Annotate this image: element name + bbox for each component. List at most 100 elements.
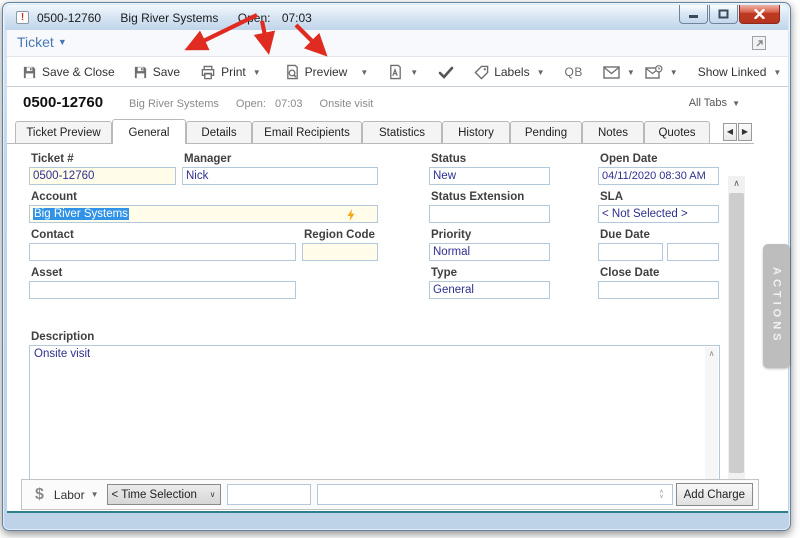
time-selection-value: < Time Selection	[112, 489, 210, 501]
chevron-down-icon[interactable]: ▼	[91, 490, 99, 499]
ticket-menu[interactable]: Ticket ▼	[17, 34, 67, 50]
type-field[interactable]: General	[429, 281, 550, 299]
open-date-field[interactable]: 04/11/2020 08:30 AM	[598, 167, 719, 185]
description-label: Description	[31, 331, 94, 343]
close-button[interactable]	[739, 5, 780, 24]
status-field[interactable]: New	[429, 167, 550, 185]
email-button[interactable]: ▼	[598, 63, 640, 82]
print-button[interactable]: Print ▼	[195, 62, 266, 83]
tab-history[interactable]: History	[442, 121, 510, 143]
title-ticket-id: 0500-12760	[37, 11, 101, 25]
record-header: 0500-12760 Big River Systems Open: 07:03…	[7, 88, 788, 119]
due-time-field[interactable]	[667, 243, 719, 261]
chevron-down-icon[interactable]: ▼	[253, 68, 261, 77]
add-charge-button[interactable]: Add Charge	[676, 483, 753, 506]
asset-label: Asset	[31, 267, 62, 279]
title-open-time: 07:03	[282, 11, 312, 25]
tab-statistics[interactable]: Statistics	[362, 121, 442, 143]
pdf-icon	[388, 64, 403, 80]
chevron-down-icon[interactable]: ▼	[360, 68, 368, 77]
tab-general[interactable]: General	[112, 119, 186, 144]
charge-category[interactable]: Labor	[54, 488, 85, 502]
tab-pending[interactable]: Pending	[510, 121, 582, 143]
charge-hours-input[interactable]	[227, 484, 311, 505]
scroll-up-icon[interactable]: ∧	[728, 176, 745, 192]
title-account: Big River Systems	[120, 11, 218, 25]
sla-label: SLA	[600, 191, 623, 203]
tab-quotes[interactable]: Quotes	[644, 121, 710, 143]
status-extension-label: Status Extension	[431, 191, 524, 203]
status-label: Status	[431, 153, 466, 165]
save-close-button[interactable]: Save & Close	[17, 62, 120, 83]
preview-button[interactable]: Preview ▼	[280, 61, 374, 83]
all-tabs-dropdown[interactable]: All Tabs ▼	[689, 97, 740, 109]
general-tab-panel: Ticket # 0500-12760 Manager Nick Status …	[7, 144, 788, 470]
tab-scroll-right[interactable]: ▶	[738, 123, 752, 141]
chevron-down-icon[interactable]: ▼	[627, 68, 635, 77]
email-history-button[interactable]: ▼	[640, 62, 683, 83]
pdf-button[interactable]: ▼	[383, 61, 423, 83]
maximize-button[interactable]	[709, 5, 738, 24]
manager-field[interactable]: Nick	[182, 167, 378, 185]
ticket-number-label: Ticket #	[31, 153, 74, 165]
record-account: Big River Systems	[129, 98, 219, 110]
close-date-field[interactable]	[598, 281, 719, 299]
actions-side-tab[interactable]: ACTIONS	[763, 244, 790, 368]
save-button[interactable]: Save	[128, 62, 185, 83]
open-date-label: Open Date	[600, 153, 658, 165]
tab-scroll-left[interactable]: ◀	[723, 123, 737, 141]
floppy-icon	[22, 65, 37, 80]
popout-icon[interactable]	[752, 36, 766, 50]
priority-label: Priority	[431, 229, 471, 241]
labels-button[interactable]: Labels ▼	[469, 62, 549, 83]
save-close-label: Save & Close	[42, 65, 115, 79]
chevron-down-icon[interactable]: ▼	[537, 68, 545, 77]
quickbooks-button[interactable]: QB	[560, 62, 588, 82]
asset-field[interactable]	[29, 281, 296, 299]
time-selection-dropdown[interactable]: < Time Selection ∨	[107, 484, 221, 505]
feed-button[interactable]: ▼	[796, 62, 800, 83]
ticket-number-field[interactable]: 0500-12760	[29, 167, 176, 185]
add-charge-bar: $ Labor ▼ < Time Selection ∨ ∧∨ Add Char…	[21, 479, 759, 510]
labels-label: Labels	[494, 65, 529, 79]
record-ticket-id: 0500-12760	[23, 94, 103, 111]
sla-field[interactable]: < Not Selected >	[598, 205, 719, 223]
chevron-down-icon[interactable]: ▼	[670, 68, 678, 77]
floppy-icon	[133, 65, 148, 80]
chevron-down-icon: ▼	[732, 99, 740, 108]
description-scrollbar[interactable]: ∧ ∨	[705, 347, 718, 490]
region-code-field[interactable]	[302, 243, 378, 261]
account-label: Account	[31, 191, 77, 203]
envelope-icon	[603, 66, 620, 79]
spinner-control[interactable]: ∧∨	[659, 490, 663, 500]
scroll-up-icon[interactable]: ∧	[705, 347, 718, 360]
show-linked-button[interactable]: Show Linked ▼	[693, 62, 787, 82]
status-extension-field[interactable]	[429, 205, 550, 223]
chevron-down-icon: ▼	[58, 37, 67, 47]
tab-notes[interactable]: Notes	[582, 121, 644, 143]
due-date-field[interactable]	[598, 243, 663, 261]
tag-icon	[474, 65, 489, 80]
scrollbar-thumb[interactable]	[729, 193, 744, 473]
ticket-menu-label: Ticket	[17, 34, 54, 50]
priority-field[interactable]: Normal	[429, 243, 550, 261]
app-window: ! 0500-12760 Big River Systems Open: 07:…	[2, 2, 791, 531]
contact-field[interactable]	[29, 243, 296, 261]
tab-email-recipients[interactable]: Email Recipients	[252, 121, 362, 143]
lightning-icon[interactable]	[347, 209, 355, 223]
account-field[interactable]: Big River Systems	[29, 205, 378, 223]
form-scrollbar[interactable]: ∧ ∨	[728, 176, 745, 496]
chevron-down-icon[interactable]: ▼	[773, 68, 781, 77]
close-date-label: Close Date	[600, 267, 659, 279]
tab-ticket-preview[interactable]: Ticket Preview	[15, 121, 112, 143]
description-field[interactable]: Onsite visit ∧ ∨	[29, 345, 720, 492]
tab-details[interactable]: Details	[186, 121, 252, 143]
description-text: Onsite visit	[34, 348, 90, 360]
title-bar[interactable]: ! 0500-12760 Big River Systems Open: 07:…	[5, 5, 788, 30]
record-meta: Big River Systems Open: 07:03 Onsite vis…	[129, 98, 387, 110]
complete-button[interactable]	[433, 63, 459, 82]
minimize-button[interactable]	[679, 5, 708, 24]
chevron-down-icon[interactable]: ▼	[410, 68, 418, 77]
save-label: Save	[153, 65, 180, 79]
charge-description-input[interactable]	[317, 484, 674, 505]
